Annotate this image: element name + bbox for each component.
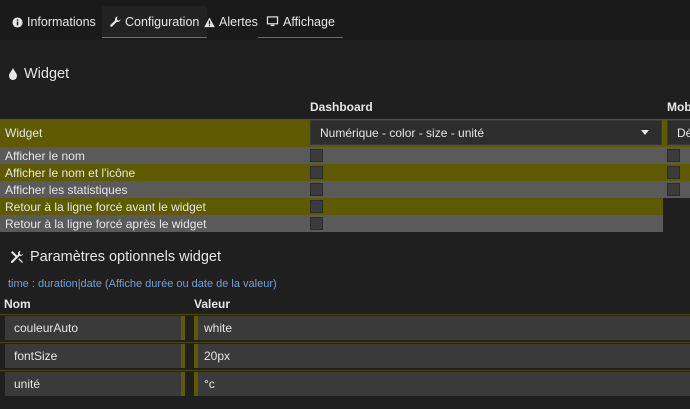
param-value-input[interactable]: 20px [194,344,690,368]
tab-label: Alertes [219,15,258,29]
chevron-down-icon [641,130,649,135]
table-row: couleurAuto white [0,314,690,342]
tab-affichage[interactable]: Affichage [258,6,343,38]
column-valeur: Valeur [194,297,231,311]
option-row-show-name: Afficher le nom [0,147,690,164]
column-mobile: Mob [667,100,690,114]
column-nom: Nom [4,297,31,311]
widget-label: Widget [5,126,43,140]
param-name-input[interactable]: couleurAuto [5,316,185,340]
tab-bar: Informations Configuration Alertes Affic… [0,0,690,40]
widget-mobile-select[interactable]: Dé [667,120,690,145]
wrench-icon [110,16,121,27]
tools-icon [10,250,24,264]
option-row-break-before: Retour à la ligne forcé avant le widget [0,198,663,215]
warning-triangle-icon [204,16,215,27]
option-row-break-after: Retour à la ligne forcé après le widget [0,215,663,232]
show-name-dashboard-checkbox[interactable] [310,149,323,162]
info-circle-icon [12,16,23,28]
param-value-input[interactable]: white [194,316,690,340]
show-name-icon-mobile-checkbox[interactable] [667,166,680,179]
widget-section-title: Widget [8,66,69,82]
show-name-icon-dashboard-checkbox[interactable] [310,166,323,179]
monitor-icon [266,16,279,27]
tab-informations[interactable]: Informations [4,6,104,38]
widget-dashboard-select[interactable]: Numérique - color - size - unité [310,120,662,145]
param-name-input[interactable]: fontSize [5,344,185,368]
tab-label: Informations [27,15,96,29]
show-stats-mobile-checkbox[interactable] [667,183,680,196]
break-before-checkbox[interactable] [310,200,323,213]
table-row: unité °c [0,370,690,398]
show-stats-dashboard-checkbox[interactable] [310,183,323,196]
tab-label: Configuration [125,14,200,29]
params-hint: time : duration|date (Affiche durée ou d… [8,278,277,290]
tab-configuration[interactable]: Configuration [102,6,208,38]
table-row: fontSize 20px [0,342,690,370]
option-row-show-stats: Afficher les statistiques [0,181,690,198]
break-after-checkbox[interactable] [310,217,323,230]
params-section-title: Paramètres optionnels widget [10,249,221,265]
show-name-mobile-checkbox[interactable] [667,149,680,162]
tab-label: Affichage [283,14,335,29]
column-dashboard: Dashboard [310,100,373,114]
param-value-input[interactable]: °c [194,372,690,396]
option-row-show-name-icon: Afficher le nom et l'icône [0,164,690,181]
drop-icon [9,68,17,80]
tab-alertes[interactable]: Alertes [196,6,266,38]
param-name-input[interactable]: unité [5,372,185,396]
